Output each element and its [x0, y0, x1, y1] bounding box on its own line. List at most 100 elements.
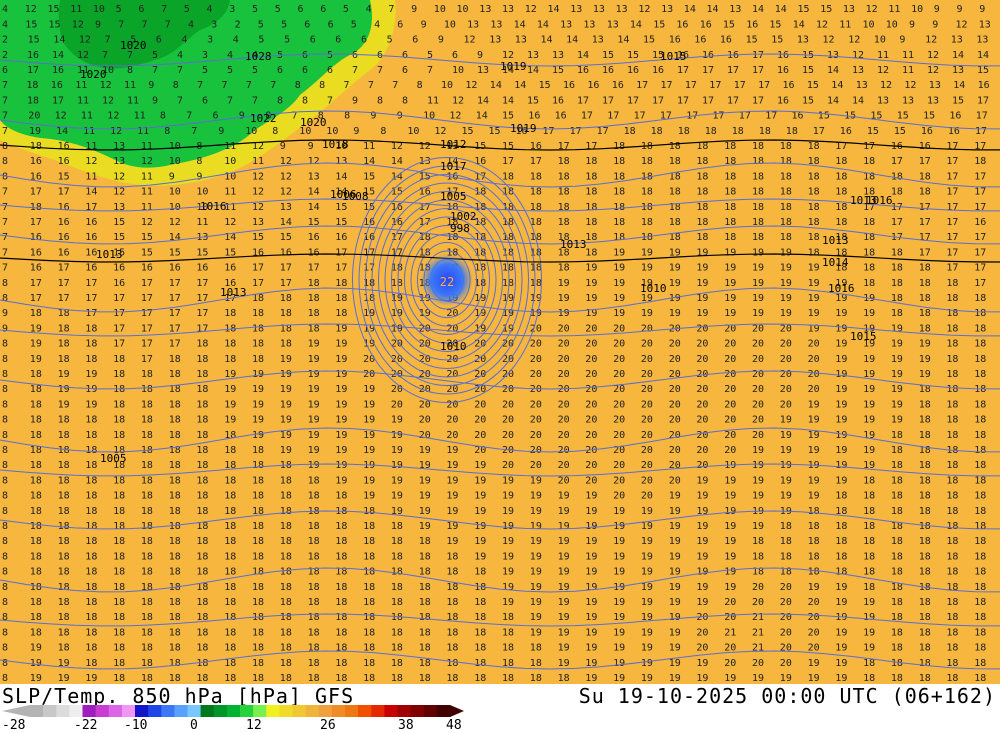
temperature-value: 18 [780, 156, 792, 167]
temperature-value: 5 [184, 4, 190, 15]
temperature-value: 17 [30, 187, 42, 198]
temperature-value: 18 [835, 536, 847, 547]
temperature-value: 17 [752, 95, 764, 106]
temperature-value: 20 [419, 430, 431, 441]
temperature-value: 20 [558, 415, 570, 426]
temperature-value: 16 [777, 50, 789, 61]
temperature-value: 18 [696, 217, 708, 228]
temperature-value: 5 [252, 4, 258, 15]
temperature-value: 20 [641, 384, 653, 395]
temperature-value: 19 [835, 399, 847, 410]
temperature-value: 20 [474, 415, 486, 426]
temperature-value: 18 [335, 293, 347, 304]
temperature-value: 7 [2, 126, 8, 137]
temperature-value: 20 [641, 475, 653, 486]
temperature-value: 12 [956, 19, 968, 30]
temperature-value: 19 [308, 430, 320, 441]
temperature-value: 19 [502, 582, 514, 593]
temperature-value: 17 [570, 126, 582, 137]
temperature-value: 18 [113, 384, 125, 395]
temperature-value: 18 [363, 536, 375, 547]
temperature-value: 18 [669, 141, 681, 152]
temperature-value: 20 [669, 399, 681, 410]
temperature-value: 18 [196, 339, 208, 350]
temperature-value: 15 [527, 95, 539, 106]
temperature-value: 12 [110, 126, 122, 137]
temperature-value: 18 [974, 536, 986, 547]
temperature-value: 18 [252, 354, 264, 365]
temperature-value: 19 [835, 445, 847, 456]
temperature-value: 18 [669, 156, 681, 167]
temperature-value: 20 [558, 399, 570, 410]
temperature-value: 18 [724, 187, 736, 198]
temperature-value: 19 [363, 460, 375, 471]
temperature-value: 20 [530, 384, 542, 395]
temperature-value: 13 [477, 65, 489, 76]
temperature-value: 20 [613, 354, 625, 365]
colorbar-tick-label: 26 [320, 718, 336, 733]
temperature-value: 18 [363, 521, 375, 532]
temperature-value: 15 [653, 19, 665, 30]
temperature-value: 4 [207, 4, 213, 15]
temperature-value: 19 [613, 536, 625, 547]
temperature-value: 18 [308, 521, 320, 532]
temperature-value: 18 [391, 536, 403, 547]
temperature-value: 19 [363, 491, 375, 502]
temperature-value: 18 [196, 415, 208, 426]
temperature-value: 19 [446, 460, 458, 471]
temperature-value: 18 [780, 202, 792, 213]
temperature-value: 19 [724, 521, 736, 532]
temperature-value: 18 [391, 643, 403, 654]
colorbar-swatch [279, 705, 293, 717]
temperature-value: 19 [613, 673, 625, 684]
temperature-value: 18 [280, 506, 292, 517]
temperature-value: 9 [95, 19, 101, 30]
temperature-value: 19 [308, 445, 320, 456]
temperature-value: 18 [919, 278, 931, 289]
temperature-value: 18 [169, 627, 181, 638]
temperature-value: 17 [252, 263, 264, 274]
temperature-value: 18 [891, 551, 903, 562]
temperature-value: 7 [222, 80, 228, 91]
temperature-value: 18 [946, 399, 958, 410]
temperature-value: 10 [169, 202, 181, 213]
temperature-value: 18 [224, 582, 236, 593]
temperature-value: 19 [502, 597, 514, 608]
temperature-value: 14 [514, 80, 526, 91]
temperature-value: 18 [113, 582, 125, 593]
temperature-value: 18 [308, 308, 320, 319]
temperature-value: 20 [530, 323, 542, 334]
temperature-value: 19 [58, 673, 70, 684]
temperature-value: 16 [27, 50, 39, 61]
temperature-value: 18 [558, 171, 570, 182]
temperature-value: 19 [474, 536, 486, 547]
temperature-value: 18 [224, 673, 236, 684]
temperature-value: 13 [552, 50, 564, 61]
temperature-value: 14 [537, 19, 549, 30]
temperature-value: 18 [613, 217, 625, 228]
colorbar-swatch [226, 705, 241, 717]
temperature-value: 20 [752, 658, 764, 669]
temperature-value: 10 [457, 4, 469, 15]
temperature-value: 18 [835, 187, 847, 198]
temperature-value: 7 [186, 111, 192, 122]
temperature-value: 18 [808, 536, 820, 547]
temperature-value: 12 [638, 4, 650, 15]
temperature-value: 18 [919, 293, 931, 304]
temperature-value: 18 [335, 627, 347, 638]
temperature-value: 10 [874, 35, 886, 46]
temperature-value: 12 [816, 19, 828, 30]
temperature-value: 15 [746, 35, 758, 46]
temperature-value: 9 [957, 4, 963, 15]
temperature-value: 16 [58, 202, 70, 213]
temperature-value: 7 [392, 80, 398, 91]
temperature-value: 18 [808, 521, 820, 532]
temperature-value: 17 [30, 278, 42, 289]
temperature-value: 19 [85, 384, 97, 395]
temperature-value: 18 [724, 141, 736, 152]
temperature-value: 17 [813, 126, 825, 137]
temperature-value: 14 [793, 19, 805, 30]
pressure-label: 1010 [640, 282, 667, 295]
temperature-value: 18 [974, 643, 986, 654]
temperature-value: 15 [58, 171, 70, 182]
